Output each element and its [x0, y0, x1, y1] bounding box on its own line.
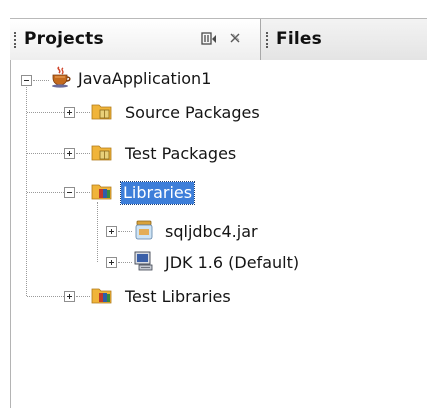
collapse-toggle[interactable] [64, 187, 75, 198]
tree-line [118, 262, 132, 264]
tree-line [76, 296, 90, 298]
libraries-label[interactable]: Libraries [119, 181, 196, 205]
expand-toggle[interactable] [106, 257, 117, 268]
package-folder-icon [91, 100, 113, 122]
tab-bar: Projects Files [10, 18, 427, 60]
projects-window: Projects Files JavaApplication1 Source P… [0, 0, 427, 408]
minimize-window-icon[interactable] [201, 32, 217, 49]
close-tab-icon[interactable] [229, 32, 241, 47]
jar-icon [133, 219, 155, 241]
tree-line [76, 153, 90, 155]
source-packages-label[interactable]: Source Packages [125, 102, 260, 124]
project-node-label[interactable]: JavaApplication1 [78, 68, 211, 90]
expand-toggle[interactable] [106, 226, 117, 237]
library-folder-icon [91, 180, 113, 202]
tab-files-label: Files [276, 29, 322, 49]
tree-line [33, 80, 49, 82]
tree-line [27, 192, 64, 194]
jar-file-label[interactable]: sqljdbc4.jar [165, 221, 258, 243]
java-cup-icon [50, 66, 72, 88]
package-folder-icon [91, 141, 113, 163]
tree-line [26, 85, 28, 296]
tree-line [76, 112, 90, 114]
tab-files[interactable]: Files [261, 19, 427, 60]
tree-line [118, 231, 132, 233]
tree-line [76, 192, 90, 194]
tab-projects-label: Projects [24, 29, 104, 49]
expand-toggle[interactable] [64, 107, 75, 118]
tab-grip-icon[interactable] [14, 32, 18, 48]
test-packages-label[interactable]: Test Packages [125, 143, 236, 165]
tab-grip-icon[interactable] [266, 32, 270, 48]
expand-toggle[interactable] [64, 291, 75, 302]
library-folder-icon [91, 284, 113, 306]
test-libraries-label[interactable]: Test Libraries [125, 286, 231, 308]
tree-line [27, 112, 64, 114]
tree-line [27, 153, 64, 155]
project-tree[interactable]: JavaApplication1 Source Packages Test Pa… [10, 60, 427, 408]
monitor-icon [133, 250, 155, 272]
jdk-label[interactable]: JDK 1.6 (Default) [165, 252, 299, 274]
top-strip [0, 0, 427, 18]
tree-line [27, 296, 64, 298]
expand-toggle[interactable] [64, 148, 75, 159]
collapse-toggle[interactable] [21, 75, 32, 86]
tree-line [97, 202, 99, 262]
tab-projects[interactable]: Projects [10, 19, 261, 60]
